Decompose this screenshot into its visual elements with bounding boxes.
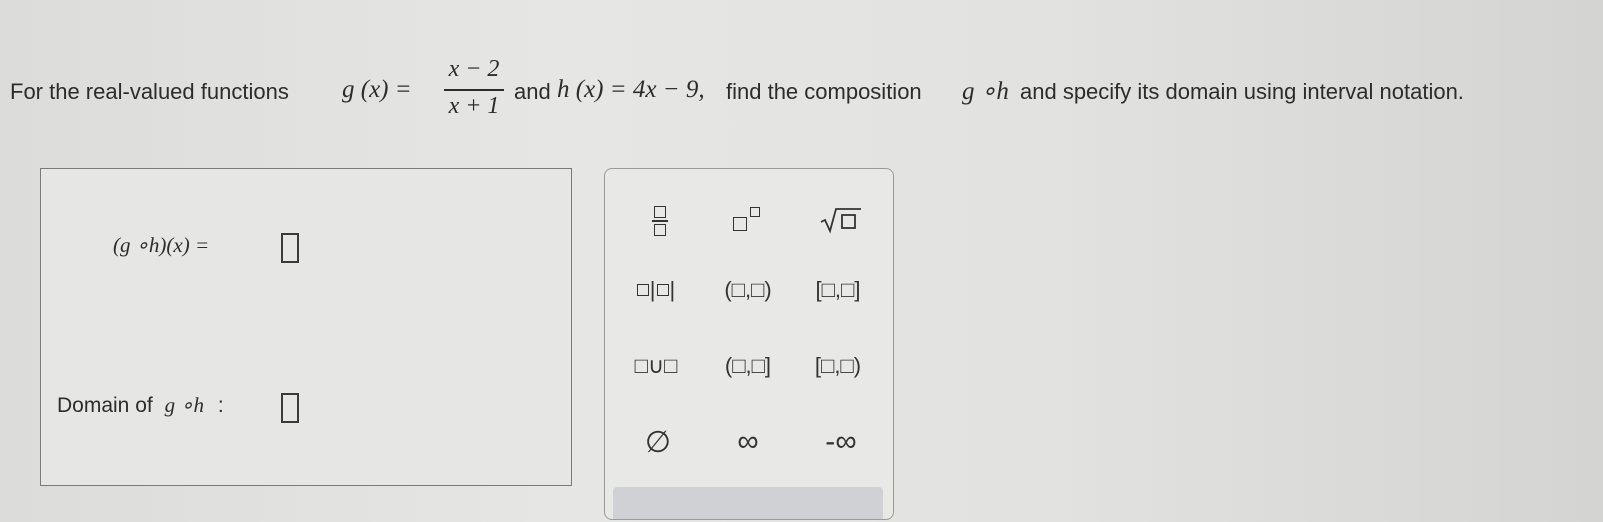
open-interval-label: (□,□) [724, 277, 772, 302]
find-text: find the composition [726, 79, 922, 104]
exponent-box-icon [750, 207, 760, 217]
math-palette: | | (□,□) [□,□] □∪□ (□,□] [□,□) ∅ ∞ -∞ [604, 168, 894, 520]
bar-icon: | [669, 277, 676, 302]
negative-infinity-icon: -∞ [825, 425, 857, 458]
question-outro: and specify its domain using interval no… [1020, 79, 1464, 104]
closed-interval-label: [□,□] [815, 277, 861, 302]
question-intro: For the real-valued functions [10, 79, 289, 104]
left-open-interval-label: (□,□] [724, 353, 772, 378]
composition-row: (g ∘h)(x) = [113, 233, 209, 258]
infinity-button[interactable]: ∞ [723, 425, 773, 459]
absolute-value-button[interactable]: | | [625, 273, 687, 307]
composition-input[interactable] [281, 233, 299, 263]
g-fraction: x − 2 x + 1 [442, 56, 506, 122]
answer-panel: (g ∘h)(x) = Domain of g ∘h : [40, 168, 572, 486]
bar-icon: | [649, 277, 656, 302]
fraction-line-icon [652, 220, 668, 222]
domain-label: Domain of [57, 394, 153, 417]
fraction-button[interactable] [635, 201, 685, 241]
square-root-icon [820, 208, 861, 234]
g-numerator: x − 2 [448, 56, 500, 82]
question-text: For the real-valued functions g (x) = x … [10, 56, 1600, 126]
base-box-icon [733, 217, 747, 231]
palette-footer-bar [613, 487, 883, 519]
open-interval-button[interactable]: (□,□) [715, 273, 781, 307]
box-icon [656, 284, 669, 296]
superscript-button[interactable] [723, 203, 773, 237]
union-button[interactable]: □∪□ [625, 349, 687, 383]
g-definition: g (x) = [342, 76, 412, 103]
g-denominator: x + 1 [448, 93, 500, 119]
numerator-box-icon [654, 206, 666, 218]
right-open-interval-button[interactable]: [□,□) [805, 349, 871, 383]
domain-function: g ∘h [164, 393, 204, 417]
domain-input[interactable] [281, 393, 299, 423]
empty-set-icon: ∅ [644, 425, 672, 459]
composition-symbol: g ∘h [962, 78, 1009, 105]
fraction-bar [444, 89, 504, 91]
negative-infinity-button[interactable]: -∞ [811, 425, 871, 459]
square-root-button[interactable] [811, 203, 871, 237]
denominator-box-icon [654, 224, 666, 236]
composition-label: (g ∘h)(x) = [113, 233, 210, 257]
union-label: □∪□ [634, 353, 678, 378]
box-icon [636, 284, 649, 296]
empty-set-button[interactable]: ∅ [633, 425, 683, 459]
closed-interval-button[interactable]: [□,□] [805, 273, 871, 307]
h-definition: h (x) = 4x − 9, [557, 76, 705, 103]
left-open-interval-button[interactable]: (□,□] [715, 349, 781, 383]
domain-row: Domain of g ∘h : [57, 393, 224, 418]
infinity-icon: ∞ [737, 425, 759, 458]
domain-colon: : [217, 394, 224, 417]
and-text: and [514, 79, 551, 104]
right-open-interval-label: [□,□) [814, 353, 862, 378]
